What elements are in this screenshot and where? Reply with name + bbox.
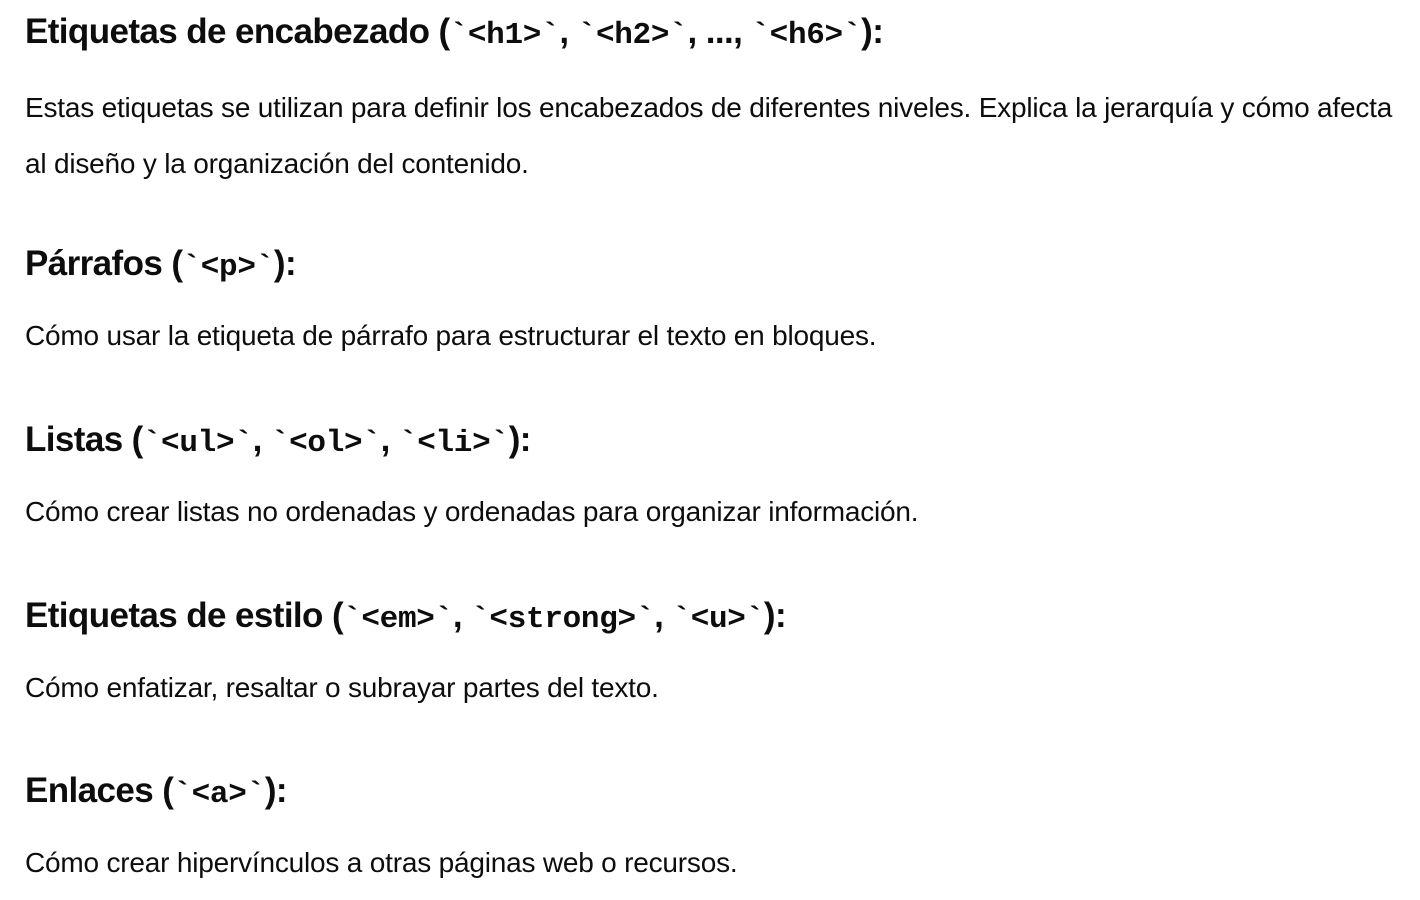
section-body: Estas etiquetas se utilizan para definir…	[25, 92, 1393, 179]
inline-code: `<ol>`	[270, 426, 381, 461]
heading-suffix: ):	[264, 771, 288, 810]
heading-text: Párrafos (	[25, 244, 183, 283]
section-heading: Listas (`<ul>`, `<ol>`, `<li>`):	[25, 408, 918, 472]
inline-code: `<h6>`	[751, 18, 862, 53]
section-heading: Etiquetas de estilo (`<em>`, `<strong>`,…	[25, 584, 787, 648]
heading-text: Etiquetas de estilo (	[25, 596, 344, 635]
section-body: Cómo crear hipervínculos a otras páginas…	[25, 847, 738, 878]
inline-code: `<ul>`	[142, 426, 253, 461]
section-heading: Etiquetas de encabezado (`<h1>`, `<h2>`,…	[25, 0, 1420, 64]
heading-separator: , ...,	[687, 12, 752, 51]
section-lists: Listas (`<ul>`, `<ol>`, `<li>`): Cómo cr…	[25, 408, 919, 540]
heading-separator: ,	[380, 420, 399, 459]
heading-separator: ,	[654, 596, 673, 635]
inline-code: `<em>`	[343, 602, 453, 637]
heading-suffix: ):	[763, 596, 787, 635]
heading-text: Etiquetas de encabezado (	[25, 12, 450, 51]
inline-code: `<a>`	[173, 777, 265, 812]
section-paragraphs: Párrafos (`<p>`): Cómo usar la etiqueta …	[25, 232, 877, 364]
section-heading-tags: Etiquetas de encabezado (`<h1>`, `<h2>`,…	[25, 0, 1420, 192]
heading-separator: ,	[452, 596, 472, 635]
section-body: Cómo crear listas no ordenadas y ordenad…	[25, 496, 919, 527]
inline-code: `<u>`	[672, 602, 764, 637]
section-heading: Párrafos (`<p>`):	[25, 232, 876, 296]
section-body: Cómo enfatizar, resaltar o subrayar part…	[25, 672, 659, 703]
inline-code: `<p>`	[182, 250, 274, 285]
inline-code: `<li>`	[398, 426, 509, 461]
heading-suffix: ):	[861, 12, 884, 51]
inline-code: `<h2>`	[577, 18, 688, 53]
inline-code: `<strong>`	[471, 602, 655, 637]
inline-code: `<h1>`	[449, 18, 560, 53]
heading-separator: ,	[252, 420, 271, 459]
section-style-tags: Etiquetas de estilo (`<em>`, `<strong>`,…	[25, 584, 787, 716]
heading-suffix: ):	[508, 420, 532, 459]
section-body: Cómo usar la etiqueta de párrafo para es…	[25, 320, 877, 351]
section-links: Enlaces (`<a>`): Cómo crear hipervínculo…	[25, 759, 738, 891]
heading-separator: ,	[559, 12, 578, 51]
heading-text: Listas (	[25, 420, 143, 459]
heading-text: Enlaces (	[25, 771, 174, 810]
section-heading: Enlaces (`<a>`):	[25, 759, 737, 823]
heading-suffix: ):	[273, 244, 297, 283]
